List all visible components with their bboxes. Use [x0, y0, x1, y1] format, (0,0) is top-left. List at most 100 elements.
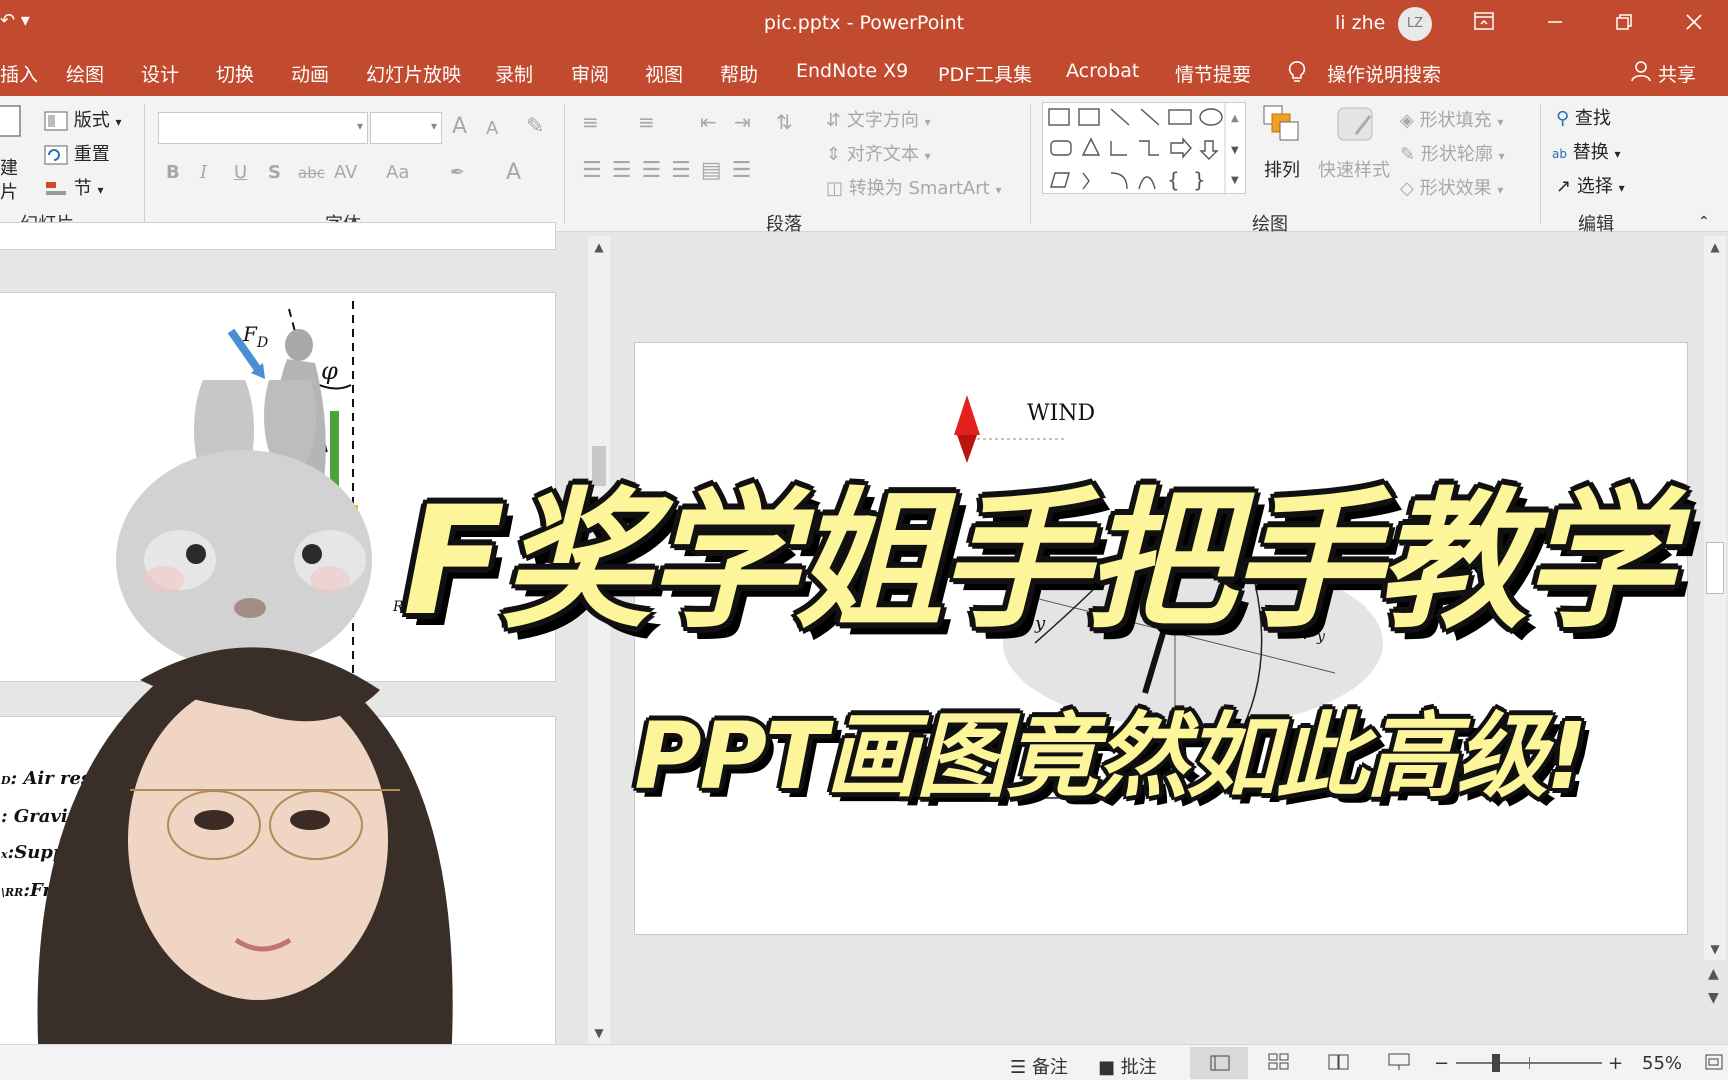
italic-button[interactable]: I: [200, 162, 207, 183]
scroll-down-icon[interactable]: ▼: [1708, 942, 1722, 956]
font-size-combo[interactable]: ▾: [370, 112, 442, 144]
share-button[interactable]: 共享: [1658, 60, 1696, 87]
smartart-label: 转换为 SmartArt: [848, 178, 990, 199]
grow-font-button[interactable]: A: [452, 114, 467, 139]
tab-help[interactable]: 帮助: [720, 60, 758, 87]
reset-button[interactable]: 重置: [44, 140, 110, 166]
close-icon[interactable]: [1674, 8, 1714, 38]
tab-animations[interactable]: 动画: [291, 60, 329, 87]
replace-label: 替换: [1572, 142, 1609, 163]
tab-endnote[interactable]: EndNote X9: [796, 60, 908, 82]
zoom-in-icon[interactable]: +: [1608, 1053, 1623, 1074]
layout-button[interactable]: 版式 ▾: [44, 106, 122, 132]
numbering-icon[interactable]: ≡: [638, 110, 655, 134]
status-bar: ☰ 备注 ■ 批注 − + 55%: [0, 1044, 1728, 1080]
tab-storyboard[interactable]: 情节提要: [1175, 60, 1251, 87]
restore-icon[interactable]: [1604, 8, 1644, 38]
text-direction-button[interactable]: ⇵ 文字方向 ▾: [826, 106, 931, 132]
notes-button[interactable]: ☰ 备注: [1010, 1053, 1068, 1079]
new-slide-icon[interactable]: [0, 104, 22, 143]
ribbon-tabs: 插入 绘图 设计 切换 动画 幻灯片放映 录制 审阅 视图 帮助 EndNote…: [0, 46, 1728, 96]
font-color-button[interactable]: A: [506, 160, 521, 185]
previous-slide-icon[interactable]: ▲: [1708, 966, 1719, 982]
new-slide-label-2[interactable]: 片: [0, 178, 18, 204]
next-slide-icon[interactable]: ▼: [1708, 990, 1719, 1006]
tab-pdf-tools[interactable]: PDF工具集: [938, 60, 1032, 87]
collapse-ribbon-icon[interactable]: ⌃: [1698, 214, 1710, 230]
font-name-combo[interactable]: ▾: [158, 112, 368, 144]
zoom-out-icon[interactable]: −: [1434, 1053, 1449, 1074]
shape-effects-button[interactable]: ◇ 形状效果 ▾: [1400, 174, 1503, 200]
user-name[interactable]: li zhe: [1335, 12, 1385, 34]
fd-subscript: D: [256, 335, 268, 351]
shape-fill-button[interactable]: ◈ 形状填充 ▾: [1400, 106, 1503, 132]
comment-icon: ■: [1098, 1057, 1116, 1078]
layout-label: 版式: [73, 110, 110, 131]
minimize-icon[interactable]: [1535, 8, 1575, 38]
group-divider: [144, 104, 145, 224]
tab-transitions[interactable]: 切换: [216, 60, 254, 87]
tab-record[interactable]: 录制: [495, 60, 533, 87]
svg-text:▼: ▼: [1231, 145, 1239, 156]
tab-review[interactable]: 审阅: [571, 60, 609, 87]
tab-insert[interactable]: 插入: [0, 60, 38, 87]
quick-styles-icon[interactable]: [1334, 104, 1378, 149]
zoom-slider-thumb[interactable]: [1492, 1054, 1501, 1072]
reading-view-icon[interactable]: [1328, 1053, 1350, 1076]
shape-outline-button[interactable]: ✎ 形状轮廓 ▾: [1400, 140, 1505, 166]
clear-format-icon[interactable]: ✎: [526, 114, 544, 139]
scroll-up-icon[interactable]: ▲: [592, 240, 606, 254]
find-button[interactable]: ⚲ 查找: [1556, 104, 1611, 130]
arrange-icon[interactable]: [1262, 104, 1306, 149]
cursor-icon: ↗: [1556, 176, 1572, 197]
bullets-icon[interactable]: ≡: [582, 110, 599, 134]
shrink-font-button[interactable]: A: [486, 118, 498, 139]
change-case-button[interactable]: Aa: [386, 162, 409, 183]
notes-icon: ☰: [1010, 1057, 1027, 1078]
highlight-icon[interactable]: ✒: [450, 162, 465, 183]
underline-button[interactable]: U: [234, 162, 247, 183]
group-divider: [1030, 104, 1031, 224]
avatar[interactable]: LZ: [1398, 7, 1432, 41]
tell-me-search[interactable]: 操作说明搜索: [1327, 60, 1441, 87]
scroll-up-icon[interactable]: ▲: [1708, 240, 1722, 254]
new-slide-label[interactable]: 建: [0, 154, 18, 180]
decrease-indent-icon[interactable]: ⇤: [700, 110, 717, 134]
tab-view[interactable]: 视图: [645, 60, 683, 87]
share-icon[interactable]: [1630, 60, 1652, 87]
lightbulb-icon[interactable]: [1287, 60, 1307, 89]
normal-view-icon[interactable]: [1190, 1047, 1248, 1079]
text-shadow-button[interactable]: S: [268, 162, 281, 183]
arrange-label[interactable]: 排列: [1264, 156, 1300, 182]
smartart-button[interactable]: ◫ 转换为 SmartArt ▾: [826, 174, 1001, 200]
tab-acrobat[interactable]: Acrobat: [1066, 60, 1139, 82]
slide-thumbnail[interactable]: [0, 222, 556, 250]
presenter-photo: [37, 647, 453, 1080]
align-text-button[interactable]: ⇕ 对齐文本 ▾: [826, 140, 931, 166]
notes-label: 备注: [1031, 1057, 1068, 1078]
tab-slideshow[interactable]: 幻灯片放映: [366, 60, 461, 87]
comments-button[interactable]: ■ 批注: [1098, 1053, 1157, 1079]
alignment-icons[interactable]: ☰☰☰☰▤☰: [582, 158, 761, 183]
select-button[interactable]: ↗ 选择 ▾: [1556, 172, 1625, 198]
shapes-gallery[interactable]: {} ▲ ▼ ▼: [1042, 102, 1246, 195]
fit-slide-icon[interactable]: [1704, 1053, 1724, 1076]
increase-indent-icon[interactable]: ⇥: [734, 110, 751, 134]
strikethrough-button[interactable]: abc: [298, 164, 325, 182]
tab-design[interactable]: 设计: [141, 60, 179, 87]
section-label: 节: [73, 178, 92, 199]
slide-sorter-icon[interactable]: [1268, 1053, 1290, 1076]
tab-draw[interactable]: 绘图: [66, 60, 104, 87]
quick-styles-label[interactable]: 快速样式: [1318, 156, 1390, 182]
zoom-level[interactable]: 55%: [1642, 1053, 1682, 1074]
char-spacing-button[interactable]: AV: [334, 162, 357, 183]
replace-button[interactable]: ab 替换 ▾: [1552, 138, 1620, 164]
line-spacing-icon[interactable]: ⇅: [776, 110, 793, 134]
bold-button[interactable]: B: [166, 162, 180, 183]
ribbon-display-options-icon[interactable]: [1464, 8, 1504, 38]
section-button[interactable]: 节 ▾: [44, 174, 104, 200]
scroll-down-icon[interactable]: ▼: [592, 1026, 606, 1040]
slideshow-view-icon[interactable]: [1388, 1053, 1410, 1076]
zoom-slider[interactable]: [1456, 1054, 1602, 1072]
title-bar: ↶ ▾ pic.pptx - PowerPoint li zhe LZ: [0, 0, 1728, 46]
